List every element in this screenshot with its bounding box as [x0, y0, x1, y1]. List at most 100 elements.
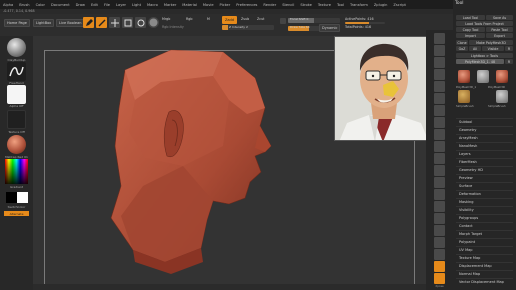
scale-button[interactable] — [122, 17, 133, 28]
subpalette-contact[interactable]: Contact — [456, 222, 513, 230]
current-tool-slider[interactable]: PolyMesh3D_1. 48 — [456, 59, 504, 64]
shelf-polyf-button[interactable] — [434, 225, 445, 236]
material-thumbnail[interactable] — [7, 135, 26, 154]
subpalette-normal-map[interactable]: Normal Map — [456, 270, 513, 278]
shelf-local-button[interactable] — [434, 129, 445, 140]
shelf-frame-button[interactable] — [434, 165, 445, 176]
zadd-toggle[interactable]: Zadd — [222, 16, 237, 24]
menu-item-transform[interactable]: Transform — [350, 3, 368, 7]
subpalette-polypaint[interactable]: Polypaint — [456, 238, 513, 246]
all-button[interactable]: All — [469, 46, 481, 51]
menu-item-macro[interactable]: Macro — [147, 3, 158, 7]
shelf-actual-button[interactable] — [434, 81, 445, 92]
color-picker[interactable] — [5, 159, 28, 184]
shelf-line-fill-button[interactable] — [434, 213, 445, 224]
shelf-scroll-button[interactable] — [434, 57, 445, 68]
shelf-rotate-button[interactable] — [434, 201, 445, 212]
tool-thumb-polymesh-2[interactable] — [496, 70, 508, 83]
lightbox-button[interactable]: LightBox — [33, 19, 55, 27]
make-polymesh-button[interactable]: Make PolyMesh3D — [469, 40, 513, 45]
alternate-button[interactable]: Alternate — [4, 211, 29, 216]
mrgb-toggle[interactable]: Mrgb — [162, 17, 170, 21]
clone-button[interactable]: Clone — [456, 40, 468, 45]
subpalette-polygroups[interactable]: Polygroups — [456, 214, 513, 222]
zsub-toggle[interactable]: Zsub — [241, 17, 249, 21]
shelf-move-button[interactable] — [434, 177, 445, 188]
menu-item-document[interactable]: Document — [51, 3, 70, 7]
live-boolean-button[interactable]: Live Boolean — [56, 19, 85, 27]
menu-item-picker[interactable]: Picker — [220, 3, 231, 7]
texture-thumbnail[interactable] — [7, 110, 26, 129]
shelf-spix-3-button[interactable] — [434, 45, 445, 56]
shelf-aahalf-button[interactable] — [434, 93, 445, 104]
save-as-button[interactable]: Save As — [486, 15, 513, 20]
shelf-transp-button[interactable] — [434, 237, 445, 248]
load-tool-button[interactable]: Load Tool — [456, 15, 485, 20]
subpalette-layers[interactable]: Layers — [456, 150, 513, 158]
shelf-solo-button[interactable] — [434, 261, 445, 272]
menu-item-alpha[interactable]: Alpha — [3, 3, 13, 7]
menu-item-draw[interactable]: Draw — [76, 3, 85, 7]
copy-tool-button[interactable]: Copy Tool — [456, 27, 485, 32]
subpalette-nanomesh[interactable]: NanoMesh — [456, 142, 513, 150]
shelf-scale-button[interactable] — [434, 189, 445, 200]
shelf-zoom-button[interactable] — [434, 69, 445, 80]
m-toggle[interactable]: M — [207, 17, 210, 21]
menu-item-movie[interactable]: Movie — [203, 3, 214, 7]
tool-thumb-simplebrush-2[interactable] — [458, 90, 470, 103]
subpalette-geometry-hd[interactable]: Geometry HD — [456, 166, 513, 174]
menu-item-render[interactable]: Render — [263, 3, 276, 7]
shelf-xyz-button[interactable] — [434, 153, 445, 164]
subpalette-arraymesh[interactable]: ArrayMesh — [456, 134, 513, 142]
menu-item-light[interactable]: Light — [132, 3, 141, 7]
goz-r-button[interactable]: R — [505, 46, 513, 51]
menu-item-stroke[interactable]: Stroke — [300, 3, 311, 7]
subpalette-preview[interactable]: Preview — [456, 174, 513, 182]
visible-button[interactable]: Visible — [482, 46, 504, 51]
main-color-swatch[interactable] — [6, 192, 17, 203]
paste-tool-button[interactable]: Paste Tool — [486, 27, 513, 32]
subpalette-subtool[interactable]: Subtool — [456, 118, 513, 126]
menu-item-material[interactable]: Material — [182, 3, 197, 7]
menu-item-color[interactable]: Color — [36, 3, 45, 7]
import-button[interactable]: Import — [456, 33, 485, 38]
rgb-intensity-label[interactable]: Rgb Intensity — [162, 25, 184, 29]
shelf-xpose-button[interactable] — [434, 273, 445, 284]
menu-item-preferences[interactable]: Preferences — [236, 3, 257, 7]
subpalette-visibility[interactable]: Visibility — [456, 206, 513, 214]
export-button[interactable]: Export — [486, 33, 513, 38]
menu-item-tool[interactable]: Tool — [337, 3, 344, 7]
tool-thumb-polymesh[interactable] — [458, 70, 470, 83]
goz-button[interactable]: GoZ — [456, 46, 468, 51]
subpalette-morph-target[interactable]: Morph Target — [456, 230, 513, 238]
rgb-toggle[interactable]: Rgb — [186, 17, 192, 21]
lightbox-tools-button[interactable]: Lightbox > Tools — [456, 53, 513, 58]
menu-item-zplugin[interactable]: Zplugin — [374, 3, 388, 7]
subpalette-texture-map[interactable]: Texture Map — [456, 254, 513, 262]
shelf-l-sym-button[interactable] — [434, 141, 445, 152]
subpalette-displacement-map[interactable]: Displacement Map — [456, 262, 513, 270]
shelf-ghost-button[interactable] — [434, 249, 445, 260]
subpalette-geometry[interactable]: Geometry — [456, 126, 513, 134]
alpha-thumbnail[interactable] — [7, 85, 26, 104]
shelf-floor-button[interactable] — [434, 117, 445, 128]
rotate-button[interactable] — [135, 17, 146, 28]
menu-item-texture[interactable]: Texture — [318, 3, 331, 7]
subpalette-fibermesh[interactable]: FiberMesh — [456, 158, 513, 166]
subpalette-deformation[interactable]: Deformation — [456, 190, 513, 198]
subpalette-surface[interactable]: Surface — [456, 182, 513, 190]
subpalette-uv-map[interactable]: UV Map — [456, 246, 513, 254]
switch-color-label[interactable]: SwitchColor — [2, 205, 31, 209]
menu-item-stencil[interactable]: Stencil — [282, 3, 294, 7]
dynamic-button[interactable]: Dynamic — [319, 24, 341, 32]
brush-thumbnail[interactable] — [7, 38, 26, 57]
material-sphere-button[interactable] — [148, 17, 159, 28]
move-button[interactable] — [109, 17, 120, 28]
home-page-button[interactable]: Home Page — [4, 19, 30, 27]
shelf-bpr-button[interactable] — [434, 33, 445, 44]
secondary-color-swatch[interactable] — [17, 192, 28, 203]
shelf-persp-button[interactable] — [434, 105, 445, 116]
zcut-toggle[interactable]: Zcut — [257, 17, 264, 21]
menu-item-brush[interactable]: Brush — [19, 3, 29, 7]
tool-thumb-simplebrush[interactable] — [477, 70, 489, 83]
